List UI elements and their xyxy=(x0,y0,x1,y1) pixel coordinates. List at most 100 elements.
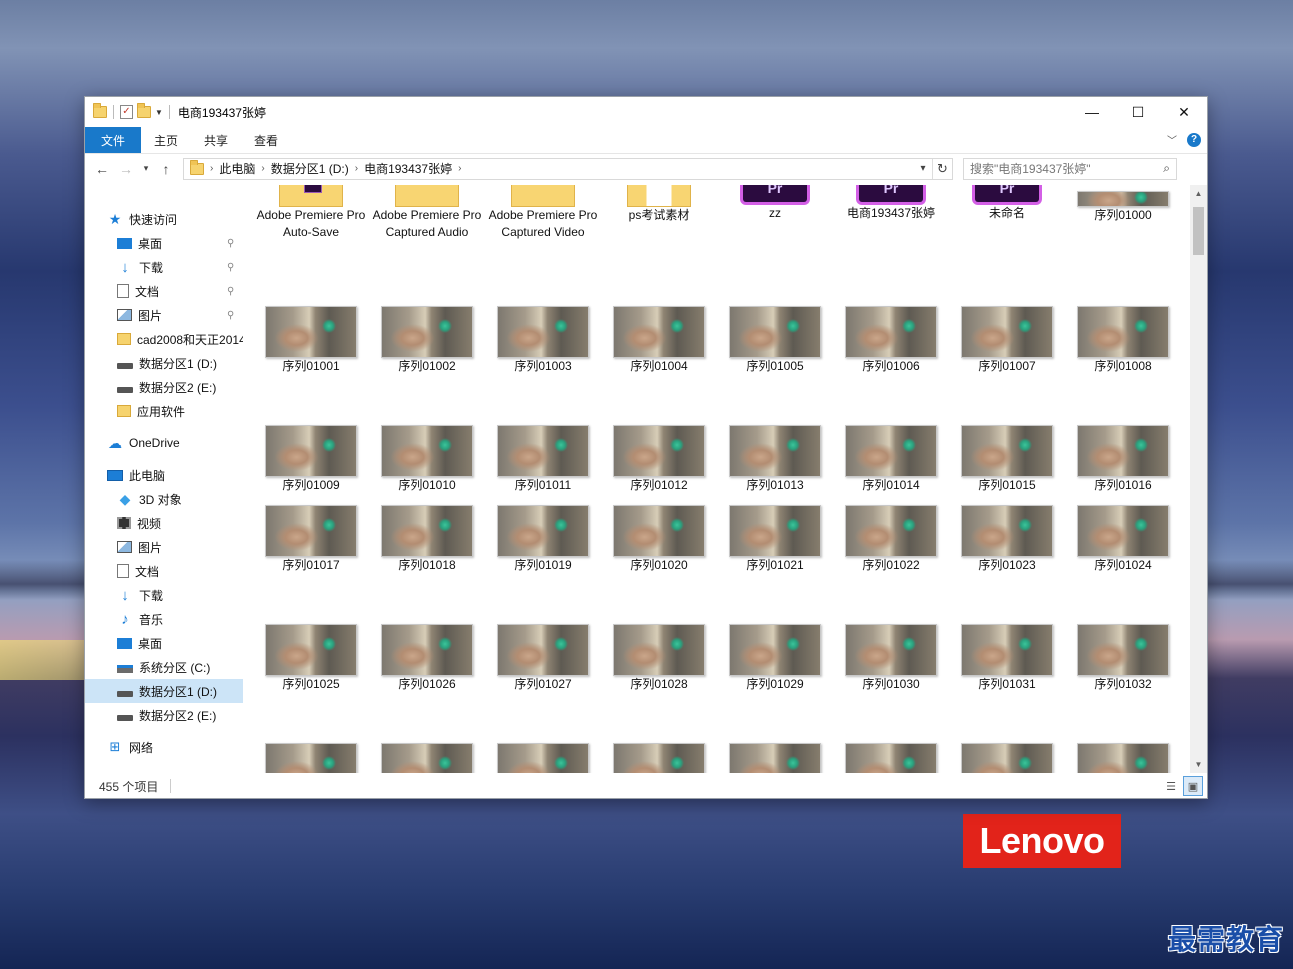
search-input[interactable]: 搜索"电商193437张婷" ⌕ xyxy=(963,157,1177,180)
sidebar-item[interactable]: 应用软件 xyxy=(85,399,243,423)
sidebar-item[interactable]: ☁ OneDrive xyxy=(85,431,243,455)
forward-button[interactable]: → xyxy=(115,158,137,180)
tab-home[interactable]: 主页 xyxy=(141,127,191,153)
file-item[interactable]: 序列01030 xyxy=(833,624,949,693)
customize-toolbar-chevron-icon[interactable]: ▼ xyxy=(155,108,163,117)
file-item[interactable] xyxy=(1065,743,1181,773)
file-item[interactable]: 序列01003 xyxy=(485,306,601,375)
address-bar[interactable]: › 此电脑 › 数据分区1 (D:) › 电商193437张婷 › ▾ ↻ xyxy=(183,157,953,180)
file-item[interactable]: 序列01000 xyxy=(1065,185,1181,224)
file-item[interactable]: 序列01022 xyxy=(833,505,949,574)
sidebar-item[interactable]: 视频 xyxy=(85,511,243,535)
sidebar-item[interactable]: 数据分区1 (D:) xyxy=(85,679,243,703)
properties-icon[interactable]: ✓ xyxy=(120,105,133,119)
sidebar-item[interactable]: 桌面 ⚲ xyxy=(85,231,243,255)
file-item[interactable]: 序列01013 xyxy=(717,425,833,494)
file-item[interactable]: 序列01006 xyxy=(833,306,949,375)
breadcrumb-current-folder[interactable]: 电商193437张婷 xyxy=(364,160,452,177)
file-item[interactable]: 序列01026 xyxy=(369,624,485,693)
file-item[interactable]: 序列01015 xyxy=(949,425,1065,494)
tab-file[interactable]: 文件 xyxy=(85,127,142,153)
sidebar-item[interactable]: 文档 ⚲ xyxy=(85,279,243,303)
breadcrumb-this-pc[interactable]: 此电脑 xyxy=(219,160,255,177)
file-item[interactable]: 序列01020 xyxy=(601,505,717,574)
file-item[interactable]: 序列01008 xyxy=(1065,306,1181,375)
file-item[interactable] xyxy=(485,743,601,773)
back-button[interactable]: ← xyxy=(91,158,113,180)
sidebar-item[interactable]: ★ 快速访问 xyxy=(85,207,243,231)
details-view-icon[interactable]: ☰ xyxy=(1161,776,1181,796)
sidebar-item[interactable]: 数据分区2 (E:) xyxy=(85,375,243,399)
file-item[interactable] xyxy=(717,743,833,773)
file-item[interactable]: 序列01012 xyxy=(601,425,717,494)
close-button[interactable]: ✕ xyxy=(1161,97,1207,127)
pin-icon[interactable]: ⚲ xyxy=(227,238,234,249)
file-item[interactable]: 序列01016 xyxy=(1065,425,1181,494)
sidebar-item[interactable]: 数据分区2 (E:) xyxy=(85,703,243,727)
file-item[interactable]: Pr 未命名 xyxy=(949,185,1065,222)
pin-icon[interactable]: ⚲ xyxy=(227,286,234,297)
scroll-up-icon[interactable]: ▲ xyxy=(1190,185,1207,202)
search-icon[interactable]: ⌕ xyxy=(1163,161,1170,176)
file-item[interactable] xyxy=(601,743,717,773)
sidebar-item[interactable]: ♪ 音乐 xyxy=(85,607,243,631)
file-item[interactable]: 序列01021 xyxy=(717,505,833,574)
file-item[interactable]: Pr zz xyxy=(717,185,833,222)
file-item[interactable]: 序列01029 xyxy=(717,624,833,693)
sidebar-item[interactable]: 图片 xyxy=(85,535,243,559)
file-item[interactable]: Adobe Premiere Pro Captured Video xyxy=(485,185,601,241)
file-item[interactable]: 序列01002 xyxy=(369,306,485,375)
file-item[interactable]: 序列01017 xyxy=(253,505,369,574)
maximize-button[interactable]: ☐ xyxy=(1115,97,1161,127)
file-item[interactable]: 序列01019 xyxy=(485,505,601,574)
sidebar-item[interactable]: 此电脑 xyxy=(85,463,243,487)
large-icons-view-icon[interactable]: ▣ xyxy=(1183,776,1203,796)
breadcrumb-drive-d[interactable]: 数据分区1 (D:) xyxy=(271,160,349,177)
sidebar-item[interactable]: ↓ 下载 ⚲ xyxy=(85,255,243,279)
file-item[interactable] xyxy=(949,743,1065,773)
file-item[interactable]: 序列01024 xyxy=(1065,505,1181,574)
file-item[interactable]: 序列01027 xyxy=(485,624,601,693)
file-item[interactable]: 序列01001 xyxy=(253,306,369,375)
file-item[interactable]: Adobe Premiere Pro Captured Audio xyxy=(369,185,485,241)
sidebar-item[interactable]: ↓ 下载 xyxy=(85,583,243,607)
vertical-scrollbar[interactable]: ▲ ▼ xyxy=(1190,185,1207,773)
file-item[interactable]: 序列01004 xyxy=(601,306,717,375)
file-item[interactable]: 序列01028 xyxy=(601,624,717,693)
file-item[interactable]: Pr 电商193437张婷 xyxy=(833,185,949,222)
sidebar-item[interactable]: cad2008和天正2014 xyxy=(85,327,243,351)
new-folder-icon[interactable] xyxy=(137,103,151,118)
file-item[interactable] xyxy=(369,743,485,773)
file-item[interactable]: Adobe Premiere Pro Auto-Save xyxy=(253,185,369,241)
chevron-right-icon[interactable]: › xyxy=(210,163,213,174)
sidebar-item[interactable]: ◆ 3D 对象 xyxy=(85,487,243,511)
recent-locations-chevron-icon[interactable]: ▾ xyxy=(139,158,153,180)
tab-share[interactable]: 共享 xyxy=(191,127,241,153)
file-item[interactable]: 序列01023 xyxy=(949,505,1065,574)
file-item[interactable]: 序列01011 xyxy=(485,425,601,494)
file-item[interactable] xyxy=(833,743,949,773)
sidebar-item[interactable]: 图片 ⚲ xyxy=(85,303,243,327)
up-button[interactable]: ↑ xyxy=(155,158,177,180)
sidebar-item[interactable]: 文档 xyxy=(85,559,243,583)
scrollbar-thumb[interactable] xyxy=(1193,207,1204,255)
tab-view[interactable]: 查看 xyxy=(241,127,291,153)
pin-icon[interactable]: ⚲ xyxy=(227,310,234,321)
file-item[interactable]: 序列01005 xyxy=(717,306,833,375)
file-item[interactable]: 序列01025 xyxy=(253,624,369,693)
file-item[interactable]: 序列01009 xyxy=(253,425,369,494)
refresh-icon[interactable]: ↻ xyxy=(932,158,952,179)
file-item[interactable] xyxy=(253,743,369,773)
sidebar-item[interactable]: ⊞ 网络 xyxy=(85,735,243,759)
sidebar-item[interactable]: 数据分区1 (D:) xyxy=(85,351,243,375)
chevron-right-icon[interactable]: › xyxy=(355,163,358,174)
help-icon[interactable]: ? xyxy=(1187,132,1201,147)
sidebar-item[interactable]: 桌面 xyxy=(85,631,243,655)
expand-ribbon-chevron-icon[interactable]: ﹀ xyxy=(1167,132,1177,147)
pin-icon[interactable]: ⚲ xyxy=(227,262,234,273)
file-item[interactable]: 序列01031 xyxy=(949,624,1065,693)
chevron-right-icon[interactable]: › xyxy=(261,163,264,174)
minimize-button[interactable]: — xyxy=(1069,97,1115,127)
sidebar-item[interactable]: 系统分区 (C:) xyxy=(85,655,243,679)
scroll-down-icon[interactable]: ▼ xyxy=(1190,756,1207,773)
